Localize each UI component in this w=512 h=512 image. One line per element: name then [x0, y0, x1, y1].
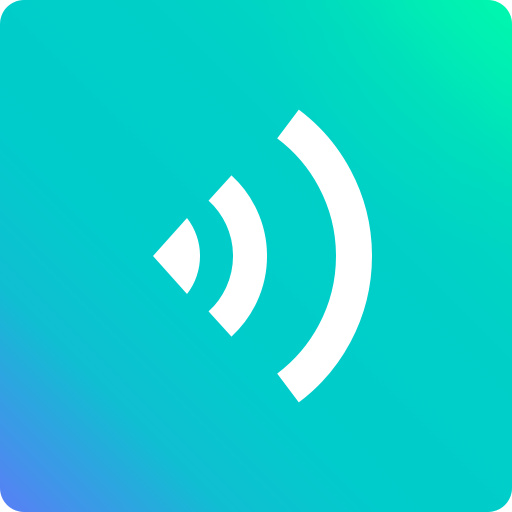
signal-arc-middle	[208, 175, 268, 337]
signal-arc-outer	[276, 109, 372, 403]
app-icon[interactable]	[0, 0, 512, 512]
signal-broadcast-icon	[153, 109, 372, 403]
signal-source-wedge	[153, 218, 201, 294]
